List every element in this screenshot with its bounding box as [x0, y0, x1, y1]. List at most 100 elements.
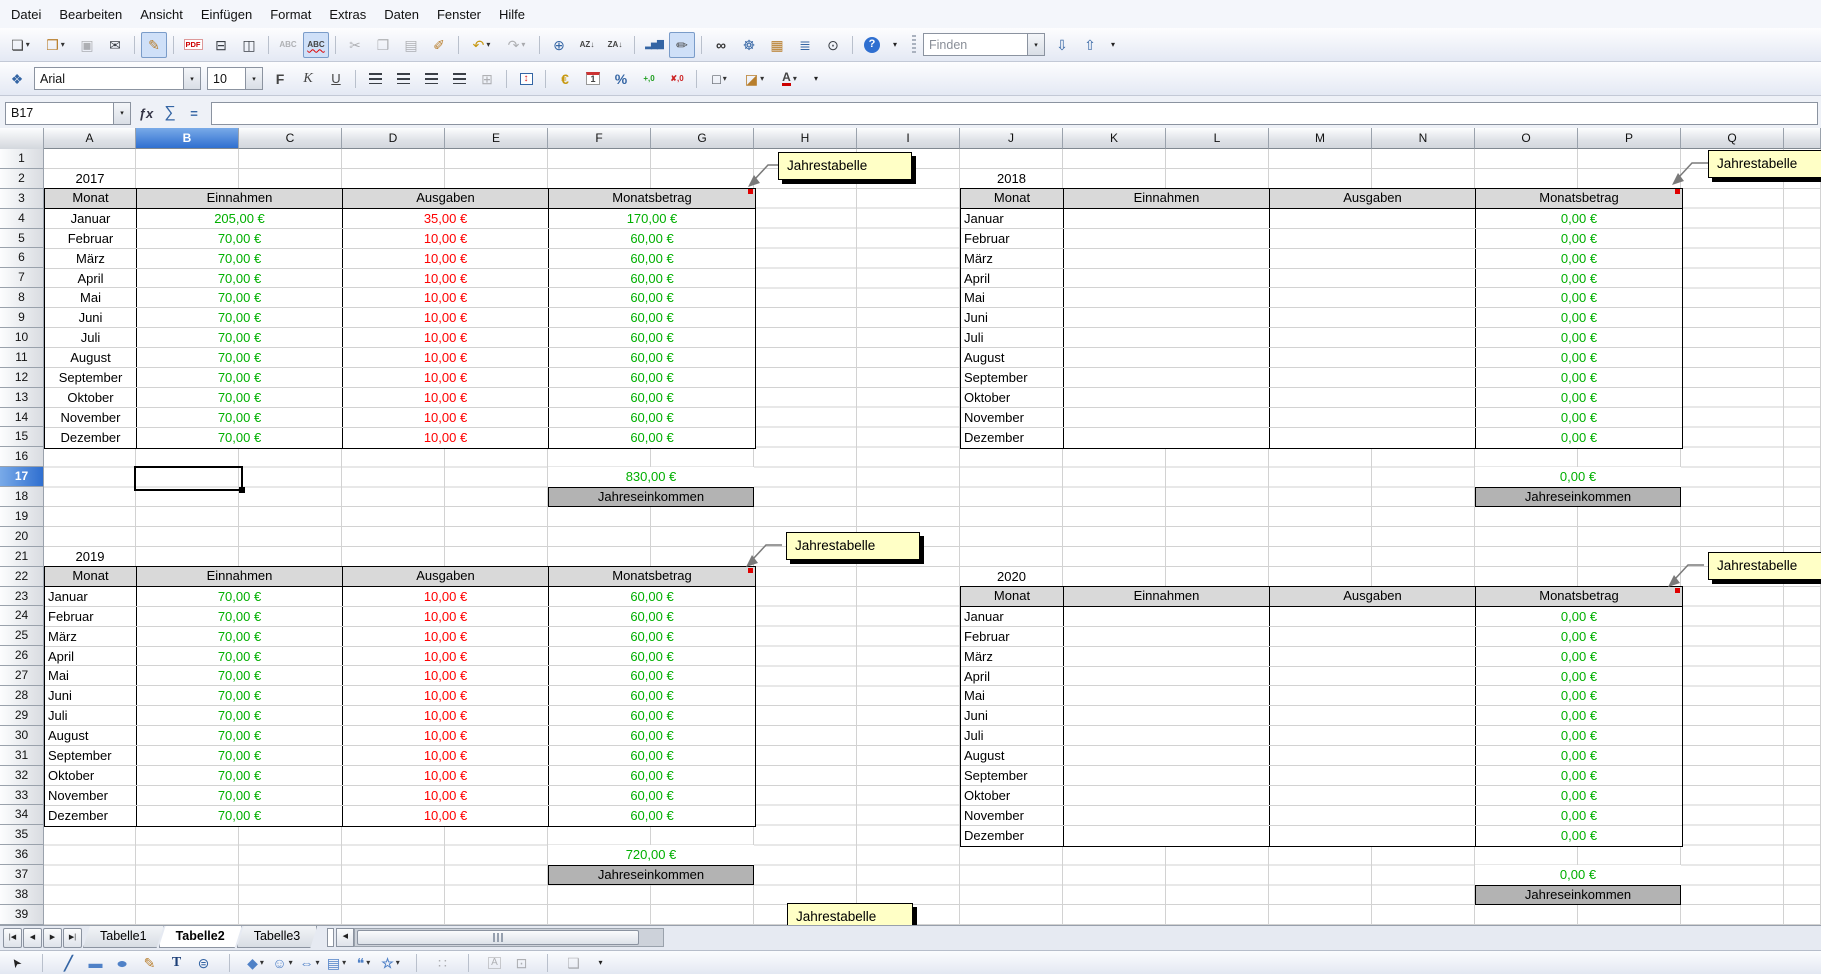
header-monatsbetrag[interactable]: Monatsbetrag [549, 567, 755, 586]
einnahmen-cell[interactable] [1064, 746, 1270, 765]
copy-icon[interactable]: ❐ [370, 32, 396, 58]
monatsbetrag-cell[interactable]: 60,00 € [549, 288, 755, 307]
row-header-29[interactable]: 29 [0, 706, 44, 726]
paste-icon[interactable]: ▤ [398, 32, 424, 58]
einnahmen-cell[interactable]: 70,00 € [137, 229, 343, 248]
monatsbetrag-cell[interactable]: 60,00 € [549, 607, 755, 626]
ausgaben-cell[interactable] [1270, 288, 1476, 307]
month-cell[interactable]: Oktober [45, 766, 137, 785]
ausgaben-cell[interactable]: 10,00 € [343, 428, 549, 448]
ausgaben-cell[interactable]: 10,00 € [343, 766, 549, 785]
annual-total-label-2019[interactable]: Jahreseinkommen [548, 865, 754, 885]
row-header-14[interactable]: 14 [0, 408, 44, 428]
monatsbetrag-cell[interactable]: 60,00 € [549, 806, 755, 826]
month-cell[interactable]: September [961, 368, 1064, 387]
ausgaben-cell[interactable]: 10,00 € [343, 348, 549, 367]
monatsbetrag-cell[interactable]: 60,00 € [549, 647, 755, 666]
select-icon[interactable]: ➤ [4, 951, 29, 974]
header-monat[interactable]: Monat [45, 189, 137, 208]
row-header-35[interactable]: 35 [0, 825, 44, 845]
row-header-27[interactable]: 27 [0, 666, 44, 686]
save-icon[interactable]: ▣ [74, 32, 100, 58]
page-preview-icon[interactable]: ◫ [236, 32, 262, 58]
ausgaben-cell[interactable] [1270, 269, 1476, 288]
year-cell-2018[interactable]: 2018 [960, 169, 1063, 189]
month-cell[interactable]: Mai [961, 288, 1064, 307]
underline-icon[interactable]: U [323, 66, 349, 92]
column-header[interactable]: N [1372, 128, 1475, 149]
month-cell[interactable]: Juni [961, 308, 1064, 327]
column-header[interactable]: K [1063, 128, 1166, 149]
ausgaben-cell[interactable]: 10,00 € [343, 627, 549, 646]
month-cell[interactable]: August [961, 348, 1064, 367]
einnahmen-cell[interactable] [1064, 667, 1270, 686]
ausgaben-cell[interactable]: 10,00 € [343, 229, 549, 248]
month-cell[interactable]: September [45, 746, 137, 765]
toolbar-separator[interactable] [405, 952, 428, 973]
comment-note[interactable]: Jahrestabelle [778, 152, 912, 180]
toolbar-separator[interactable] [264, 33, 273, 57]
ausgaben-cell[interactable] [1270, 766, 1476, 785]
monatsbetrag-cell[interactable]: 60,00 € [549, 766, 755, 785]
monatsbetrag-cell[interactable]: 0,00 € [1476, 368, 1682, 387]
monatsbetrag-cell[interactable]: 0,00 € [1476, 726, 1682, 745]
row-height-icon[interactable]: ↕ [513, 66, 539, 92]
month-cell[interactable]: November [961, 806, 1064, 825]
scrollbar-thumb[interactable] [357, 930, 639, 945]
header-ausgaben[interactable]: Ausgaben [1270, 189, 1476, 208]
header-ausgaben[interactable]: Ausgaben [343, 567, 549, 586]
row-header-39[interactable]: 39 [0, 905, 44, 925]
menu-ansicht[interactable]: Ansicht [131, 3, 192, 26]
month-cell[interactable]: Mai [45, 666, 137, 685]
toolbar-separator[interactable] [454, 33, 463, 57]
toolbar-overflow-icon[interactable]: ▾ [887, 32, 903, 58]
stars-icon[interactable]: ☆ [378, 951, 403, 974]
einnahmen-cell[interactable] [1064, 408, 1270, 427]
month-cell[interactable]: März [45, 249, 137, 268]
einnahmen-cell[interactable] [1064, 428, 1270, 448]
header-einnahmen[interactable]: Einnahmen [1064, 587, 1270, 606]
month-cell[interactable]: November [45, 786, 137, 805]
einnahmen-cell[interactable]: 205,00 € [137, 209, 343, 228]
row-header-11[interactable]: 11 [0, 348, 44, 368]
tab-splitter[interactable] [327, 928, 334, 947]
monatsbetrag-cell[interactable]: 60,00 € [549, 408, 755, 427]
row-header-25[interactable]: 25 [0, 626, 44, 646]
month-cell[interactable]: April [45, 647, 137, 666]
month-cell[interactable]: Oktober [961, 388, 1064, 407]
einnahmen-cell[interactable] [1064, 288, 1270, 307]
insert-chart-icon[interactable]: ▂▅▇ [641, 32, 667, 58]
ausgaben-cell[interactable]: 10,00 € [343, 726, 549, 745]
einnahmen-cell[interactable]: 70,00 € [137, 269, 343, 288]
draw-functions-icon[interactable]: ✏ [669, 32, 695, 58]
month-cell[interactable]: September [961, 766, 1064, 785]
last-sheet-button[interactable]: ▶| [63, 928, 82, 948]
monatsbetrag-cell[interactable]: 0,00 € [1476, 667, 1682, 686]
toolbar-separator[interactable] [536, 952, 559, 973]
monatsbetrag-cell[interactable]: 0,00 € [1476, 229, 1682, 248]
month-cell[interactable]: Dezember [45, 428, 137, 448]
callout-icon[interactable]: ⊜ [191, 951, 216, 974]
monatsbetrag-cell[interactable]: 60,00 € [549, 726, 755, 745]
ausgaben-cell[interactable] [1270, 229, 1476, 248]
row-header-7[interactable]: 7 [0, 268, 44, 288]
select-all-corner[interactable] [0, 128, 44, 149]
monatsbetrag-cell[interactable]: 0,00 € [1476, 627, 1682, 646]
ausgaben-cell[interactable]: 10,00 € [343, 746, 549, 765]
extrusion-icon[interactable]: ❑ [561, 951, 586, 974]
monatsbetrag-cell[interactable]: 0,00 € [1476, 288, 1682, 307]
sort-ascending-icon[interactable]: AZ↓ [574, 32, 600, 58]
toolbar-separator[interactable] [630, 33, 639, 57]
ellipse-icon[interactable]: ● [110, 951, 135, 974]
hyperlink-icon[interactable]: ⊕ [546, 32, 572, 58]
callouts-icon[interactable]: ❝ [351, 951, 376, 974]
ausgaben-cell[interactable] [1270, 726, 1476, 745]
month-cell[interactable]: März [961, 249, 1064, 268]
styles-icon[interactable]: ❖ [4, 66, 30, 92]
fontwork-icon[interactable]: A [482, 951, 507, 974]
einnahmen-cell[interactable] [1064, 826, 1270, 846]
einnahmen-cell[interactable] [1064, 328, 1270, 347]
einnahmen-cell[interactable] [1064, 726, 1270, 745]
toolbar-separator[interactable] [351, 67, 360, 91]
einnahmen-cell[interactable]: 70,00 € [137, 587, 343, 606]
